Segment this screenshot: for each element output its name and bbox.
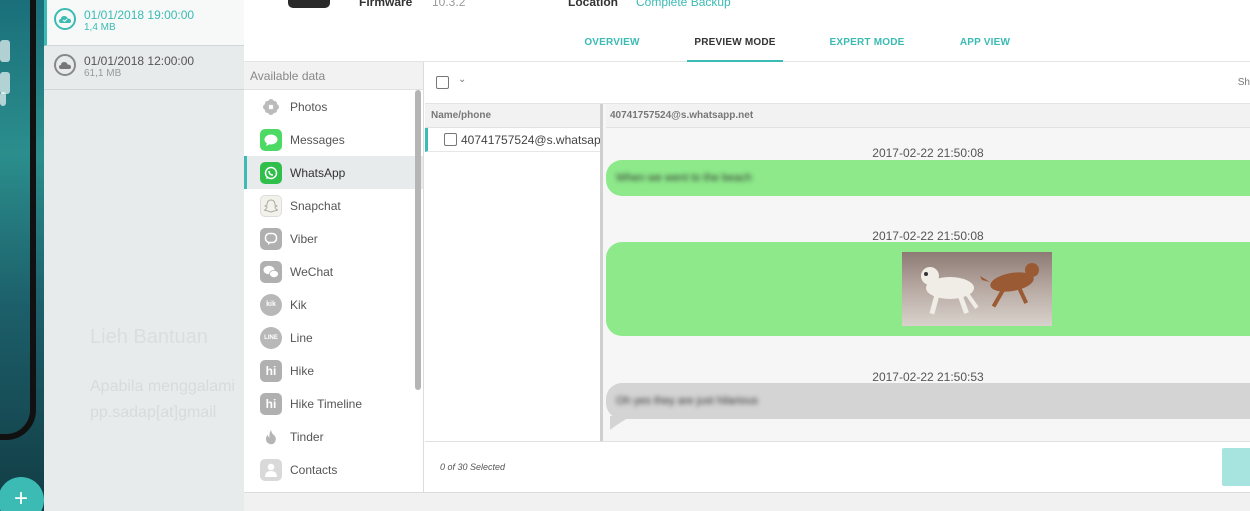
background-heading: Lieh Bantuan	[90, 326, 208, 348]
category-item-whatsapp[interactable]: WhatsApp	[244, 156, 423, 189]
category-label: Kik	[290, 297, 307, 312]
messages-icon	[260, 128, 282, 151]
category-item-hike[interactable]: hi Hike	[244, 354, 423, 387]
background-text: pp.sadap[at]gmail	[90, 404, 217, 421]
snapchat-icon	[260, 194, 282, 217]
backup-date: 01/01/2018 12:00:00	[84, 54, 195, 68]
device-thumbnail	[288, 0, 330, 8]
category-item-tinder[interactable]: Tinder	[244, 420, 423, 453]
photos-icon	[260, 95, 282, 118]
message-text: Oh yes they are just hilarious	[616, 395, 758, 407]
hike-icon: hi	[260, 359, 282, 382]
message-bubble-received[interactable]: Oh yes they are just hilarious	[606, 383, 1250, 419]
contacts-icon	[260, 458, 282, 481]
backup-sidebar: 01/01/2018 19:00:00 1,4 MB 01/01/2018 12…	[0, 0, 244, 511]
category-label: Messages	[290, 132, 345, 147]
category-item-viber[interactable]: Viber	[244, 222, 423, 255]
row-checkbox[interactable]	[444, 133, 457, 146]
conversation-list-header: Name/phone	[425, 104, 600, 128]
whatsapp-icon	[260, 161, 282, 184]
category-label: WhatsApp	[290, 165, 346, 180]
export-button[interactable]	[1222, 448, 1250, 486]
category-item-photos[interactable]: Photos	[244, 90, 423, 123]
category-item-contacts[interactable]: Contacts	[244, 453, 423, 486]
category-label: Viber	[290, 231, 318, 246]
backup-size: 61,1 MB	[84, 68, 122, 79]
conversation-list: Name/phone 40741757524@s.whatsapp.net	[425, 104, 603, 441]
backup-list: 01/01/2018 19:00:00 1,4 MB 01/01/2018 12…	[44, 0, 244, 511]
device-frame	[0, 0, 36, 440]
category-label: Hike	[290, 363, 315, 378]
category-item-snapchat[interactable]: Snapchat	[244, 189, 423, 222]
bottom-bar	[244, 492, 1250, 511]
category-label: Line	[290, 330, 313, 345]
message-timestamp: 2017-02-22 21:50:08	[872, 146, 984, 160]
category-label: Hike Timeline	[290, 396, 363, 411]
category-scrollbar[interactable]	[415, 90, 421, 490]
message-text: When we went to the beach	[616, 172, 752, 184]
tab-expert-mode[interactable]: EXPERT MODE	[826, 26, 908, 62]
backup-item[interactable]: 01/01/2018 19:00:00 1,4 MB	[44, 0, 244, 46]
tab-preview-mode[interactable]: PREVIEW MODE	[687, 26, 783, 62]
app-icon	[0, 40, 10, 62]
cloud-check-icon	[54, 8, 76, 30]
selected-count: 0 of 30 Selected	[440, 462, 506, 472]
bubble-tail	[610, 416, 632, 430]
background-text: Apabila menggalami	[90, 378, 235, 395]
line-icon: LINE	[260, 326, 282, 349]
dogs-photo[interactable]	[902, 252, 1052, 326]
category-item-messages[interactable]: Messages	[244, 123, 423, 156]
category-item-line[interactable]: LINE Line	[244, 321, 423, 354]
hike-timeline-icon: hi	[260, 392, 282, 415]
conversation-name: 40741757524@s.whatsapp.net	[461, 133, 600, 147]
category-item-hike-timeline[interactable]: hi Hike Timeline	[244, 387, 423, 420]
message-bubble-sent-image[interactable]	[606, 242, 1250, 336]
category-item-wechat[interactable]: WeChat	[244, 255, 423, 288]
category-list-header: Available data	[244, 62, 423, 90]
device-wallpaper	[0, 0, 44, 511]
chat-view: 40741757524@s.whatsapp.net 2017-02-22 21…	[606, 104, 1250, 441]
cloud-icon	[54, 54, 76, 76]
chevron-down-icon[interactable]: ⌄	[458, 74, 466, 85]
message-timestamp: 2017-02-22 21:50:53	[872, 370, 984, 384]
location-label: Location	[568, 0, 618, 9]
category-label: WeChat	[290, 264, 334, 279]
list-toolbar: ⌄ Sh	[425, 62, 1250, 104]
tab-overview[interactable]: OVERVIEW	[578, 26, 646, 62]
category-item-kik[interactable]: kik Kik	[244, 288, 423, 321]
category-label: Snapchat	[290, 198, 341, 213]
scrollbar-thumb[interactable]	[415, 90, 421, 390]
location-value[interactable]: Complete Backup	[636, 0, 731, 9]
tab-app-view[interactable]: APP VIEW	[953, 26, 1017, 62]
message-timestamp: 2017-02-22 21:50:08	[872, 229, 984, 243]
viber-icon	[260, 227, 282, 250]
tinder-icon	[260, 425, 282, 448]
app-icon	[0, 72, 10, 94]
preview-main: ⌄ Sh Name/phone 40741757524@s.whatsapp.n…	[425, 62, 1250, 492]
device-header: Firmware 10.3.2 Location Complete Backup…	[244, 0, 1250, 62]
backup-size: 1,4 MB	[84, 22, 116, 33]
select-all-checkbox[interactable]	[436, 76, 449, 89]
conversation-row[interactable]: 40741757524@s.whatsapp.net	[425, 128, 600, 152]
kik-icon: kik	[260, 293, 282, 316]
backup-date: 01/01/2018 19:00:00	[84, 8, 195, 22]
app-icon	[0, 92, 6, 106]
category-label: Photos	[290, 99, 328, 114]
category-label: Contacts	[290, 462, 338, 477]
category-label: Tinder	[290, 429, 324, 444]
firmware-label: Firmware	[359, 0, 413, 9]
wechat-icon	[260, 260, 282, 283]
toolbar-right-label: Sh	[1237, 77, 1250, 88]
view-tabs: OVERVIEW PREVIEW MODE EXPERT MODE APP VI…	[244, 26, 1250, 62]
backup-item[interactable]: 01/01/2018 12:00:00 61,1 MB	[44, 46, 244, 90]
list-footer: 0 of 30 Selected	[425, 441, 1250, 492]
chat-header: 40741757524@s.whatsapp.net	[606, 104, 1250, 128]
firmware-value: 10.3.2	[432, 0, 466, 9]
message-bubble-sent[interactable]: When we went to the beach	[606, 160, 1250, 196]
category-list: Available data Photos Messages WhatsApp …	[244, 62, 424, 492]
